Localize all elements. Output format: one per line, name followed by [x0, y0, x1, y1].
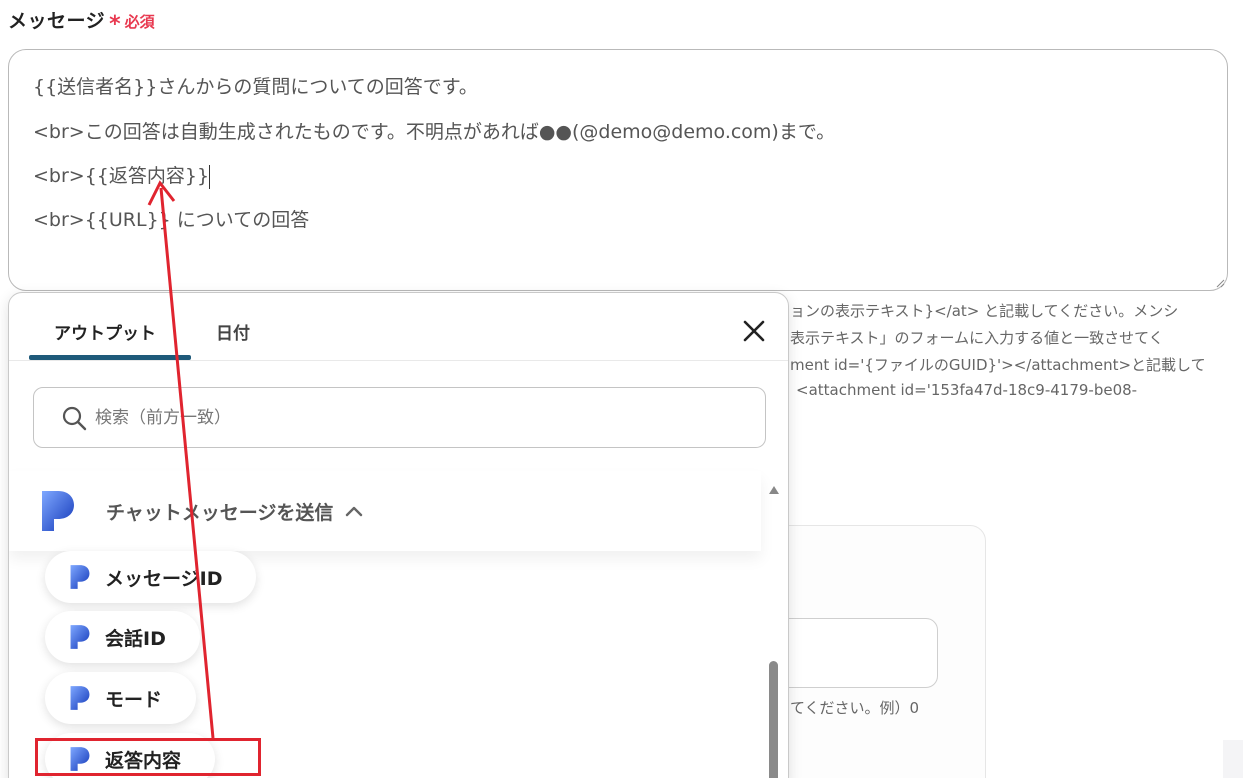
resize-grip-icon[interactable]	[1215, 278, 1225, 288]
text-caret	[209, 164, 211, 189]
output-group-header[interactable]: チャットメッセージを送信	[9, 471, 761, 551]
scrollbar-thumb[interactable]	[769, 661, 778, 778]
output-item-label: メッセージID	[105, 567, 223, 590]
field-label-text: メッセージ	[8, 10, 106, 32]
message-textarea[interactable]: {{送信者名}}さんからの質問についての回答です。 <br>この回答は自動生成さ…	[8, 49, 1228, 291]
help-text-line-4: <attachment id='153fa47d-18c9-4179-be08-	[796, 381, 1138, 399]
app-logo-icon	[70, 565, 90, 589]
output-item-label: 返答内容	[105, 749, 182, 772]
close-icon[interactable]	[738, 315, 770, 347]
help-text-line-2: 表示テキスト」のフォームに入力する値と一致させてく	[790, 329, 1164, 347]
popup-tabs: アウトプット 日付	[9, 293, 788, 361]
message-line-2: <br>この回答は自動生成されたものです。不明点があれば●●(@demo@dem…	[33, 121, 836, 143]
tab-output[interactable]: アウトプット	[54, 319, 156, 344]
scroll-up-arrow-icon[interactable]	[769, 486, 779, 494]
app-logo-icon	[70, 686, 90, 710]
group-title: チャットメッセージを送信	[106, 501, 334, 524]
app-logo-icon	[70, 625, 90, 649]
output-picker-popup: アウトプット 日付 チャットメッセージを送信	[8, 292, 789, 778]
tab-date[interactable]: 日付	[216, 319, 250, 344]
output-item-reply-content[interactable]: 返答内容	[45, 733, 216, 778]
message-line-3: <br>{{返答内容}}	[33, 161, 211, 189]
chevron-up-icon[interactable]	[345, 505, 363, 517]
required-text: 必須	[124, 13, 155, 31]
output-item-label: 会話ID	[105, 627, 166, 650]
output-item-conversation-id[interactable]: 会話ID	[45, 611, 200, 663]
search-icon	[62, 406, 87, 430]
required-star: *	[109, 12, 121, 37]
help-text-line-3: ment id='{ファイルのGUID}'></attachment>と記載して	[790, 356, 1206, 374]
output-item-mode[interactable]: モード	[45, 672, 197, 724]
output-item-message-id[interactable]: メッセージID	[45, 551, 257, 603]
search-box[interactable]	[33, 387, 766, 448]
help-text-line-1: ョンの表示テキスト}</at> と記載してください。メンシ	[790, 302, 1179, 320]
active-tab-indicator	[29, 355, 191, 360]
app-logo-icon	[70, 747, 90, 771]
help-text-line-5: てください。例）0	[790, 699, 920, 717]
message-line-4: <br>{{URL}} についての回答	[33, 209, 310, 231]
app-logo-icon	[42, 491, 74, 531]
search-input[interactable]	[95, 407, 695, 428]
background-panel-edge	[1223, 740, 1243, 778]
output-item-label: モード	[105, 688, 163, 711]
message-field-label: メッセージ * 必須	[8, 6, 155, 37]
message-line-1: {{送信者名}}さんからの質問についての回答です。	[33, 76, 478, 98]
message-line-3-text: <br>{{返答内容}}	[33, 165, 210, 187]
